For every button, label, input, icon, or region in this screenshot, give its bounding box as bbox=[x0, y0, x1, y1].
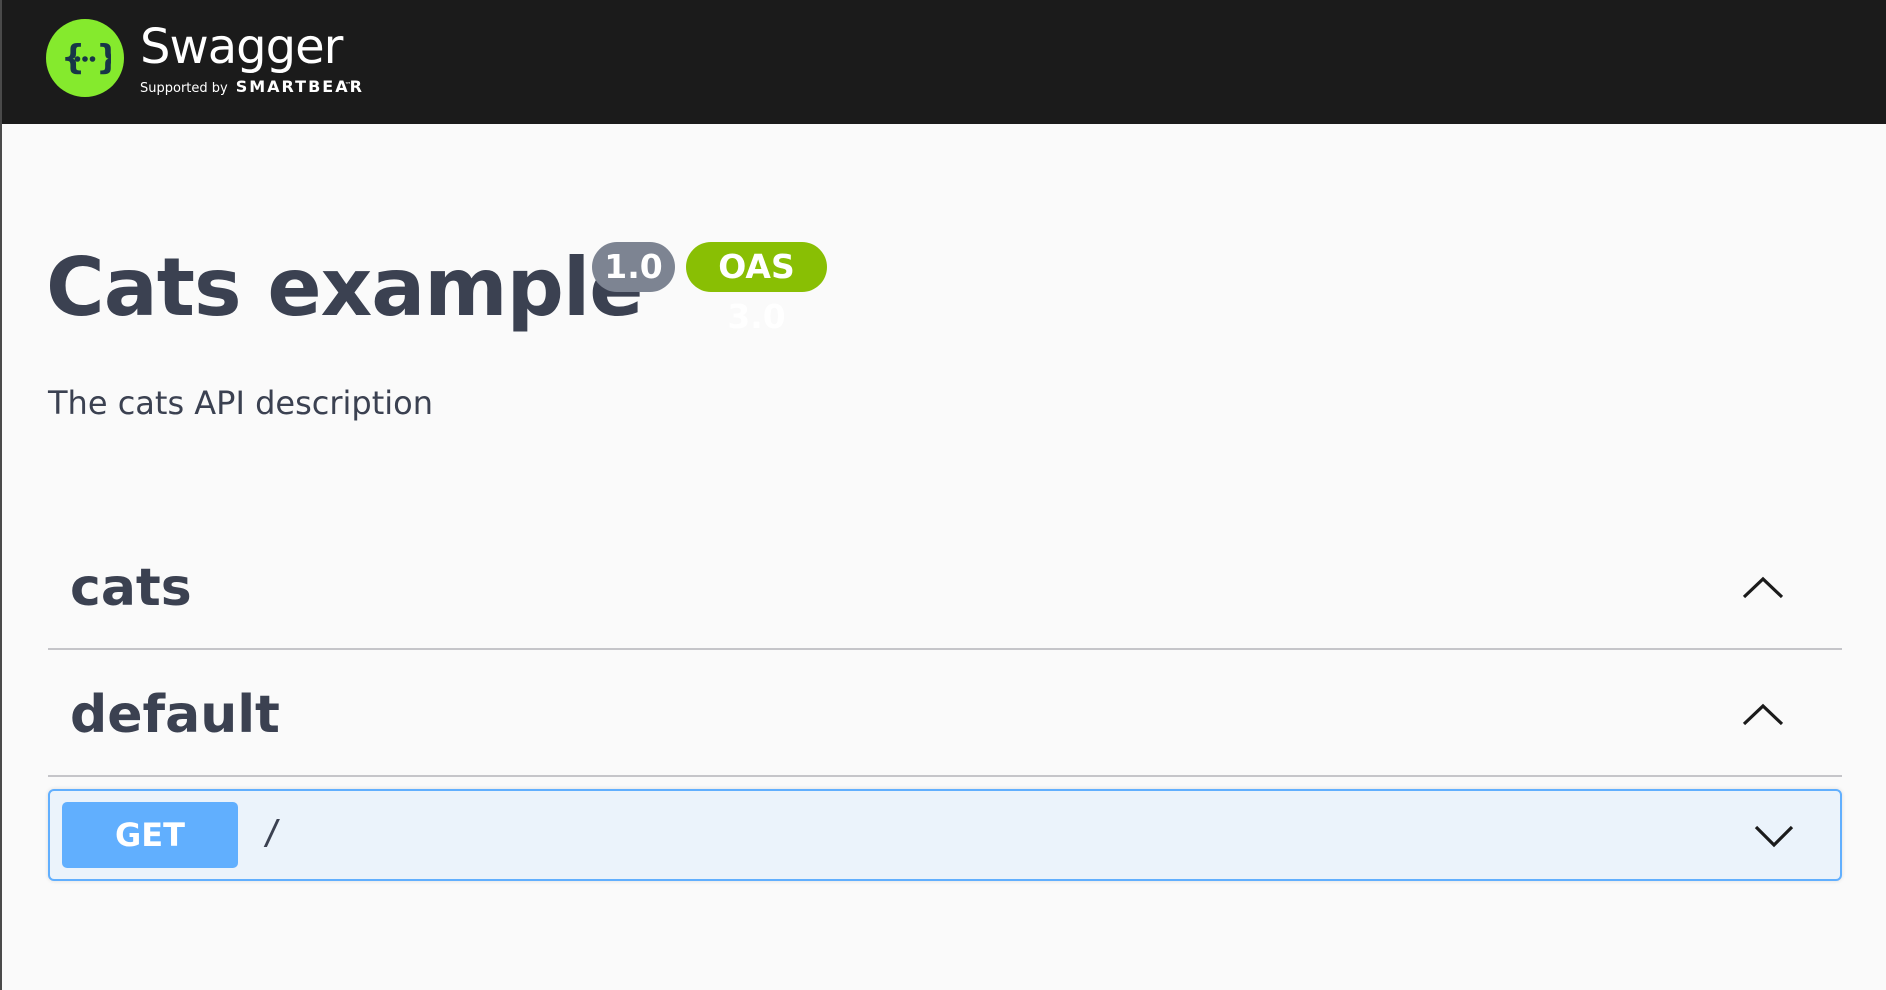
operation-get-root[interactable]: GET / bbox=[48, 789, 1842, 881]
svg-text:}: } bbox=[96, 38, 111, 78]
topbar: { } Swagger™ Supported by SMARTBEAR bbox=[2, 0, 1886, 124]
api-description: The cats API description bbox=[48, 384, 433, 422]
version-badge: 1.0 bbox=[592, 242, 675, 292]
swagger-ui-page: { } Swagger™ Supported by SMARTBEAR Cats… bbox=[0, 0, 1886, 990]
tag-name: default bbox=[70, 685, 280, 745]
logo-name-text: Swagger bbox=[140, 18, 343, 75]
supported-by-label: Supported by bbox=[140, 80, 228, 96]
oas-version-badge: OAS 3.0 bbox=[686, 242, 827, 336]
chevron-up-icon[interactable] bbox=[1740, 570, 1786, 604]
http-method-badge: GET bbox=[62, 802, 238, 868]
logo-subtitle: Supported by SMARTBEAR bbox=[140, 77, 364, 96]
swagger-logo-icon: { } bbox=[46, 19, 124, 97]
tag-name: cats bbox=[70, 558, 192, 618]
logo-text: Swagger ™ Supported by SMARTBEAR bbox=[140, 13, 364, 103]
trademark-mark: ™ bbox=[344, 80, 351, 89]
svg-text:{: { bbox=[61, 38, 85, 78]
operation-path: / bbox=[262, 813, 283, 853]
chevron-down-icon[interactable] bbox=[1752, 821, 1796, 851]
tag-section-cats[interactable]: cats bbox=[48, 530, 1842, 650]
api-title: Cats example bbox=[46, 241, 644, 334]
tag-section-default[interactable]: default bbox=[48, 657, 1842, 777]
swagger-logo-link[interactable]: { } Swagger™ Supported by SMARTBEAR bbox=[46, 13, 364, 103]
logo-name: Swagger ™ bbox=[140, 18, 364, 89]
chevron-up-icon[interactable] bbox=[1740, 697, 1786, 731]
